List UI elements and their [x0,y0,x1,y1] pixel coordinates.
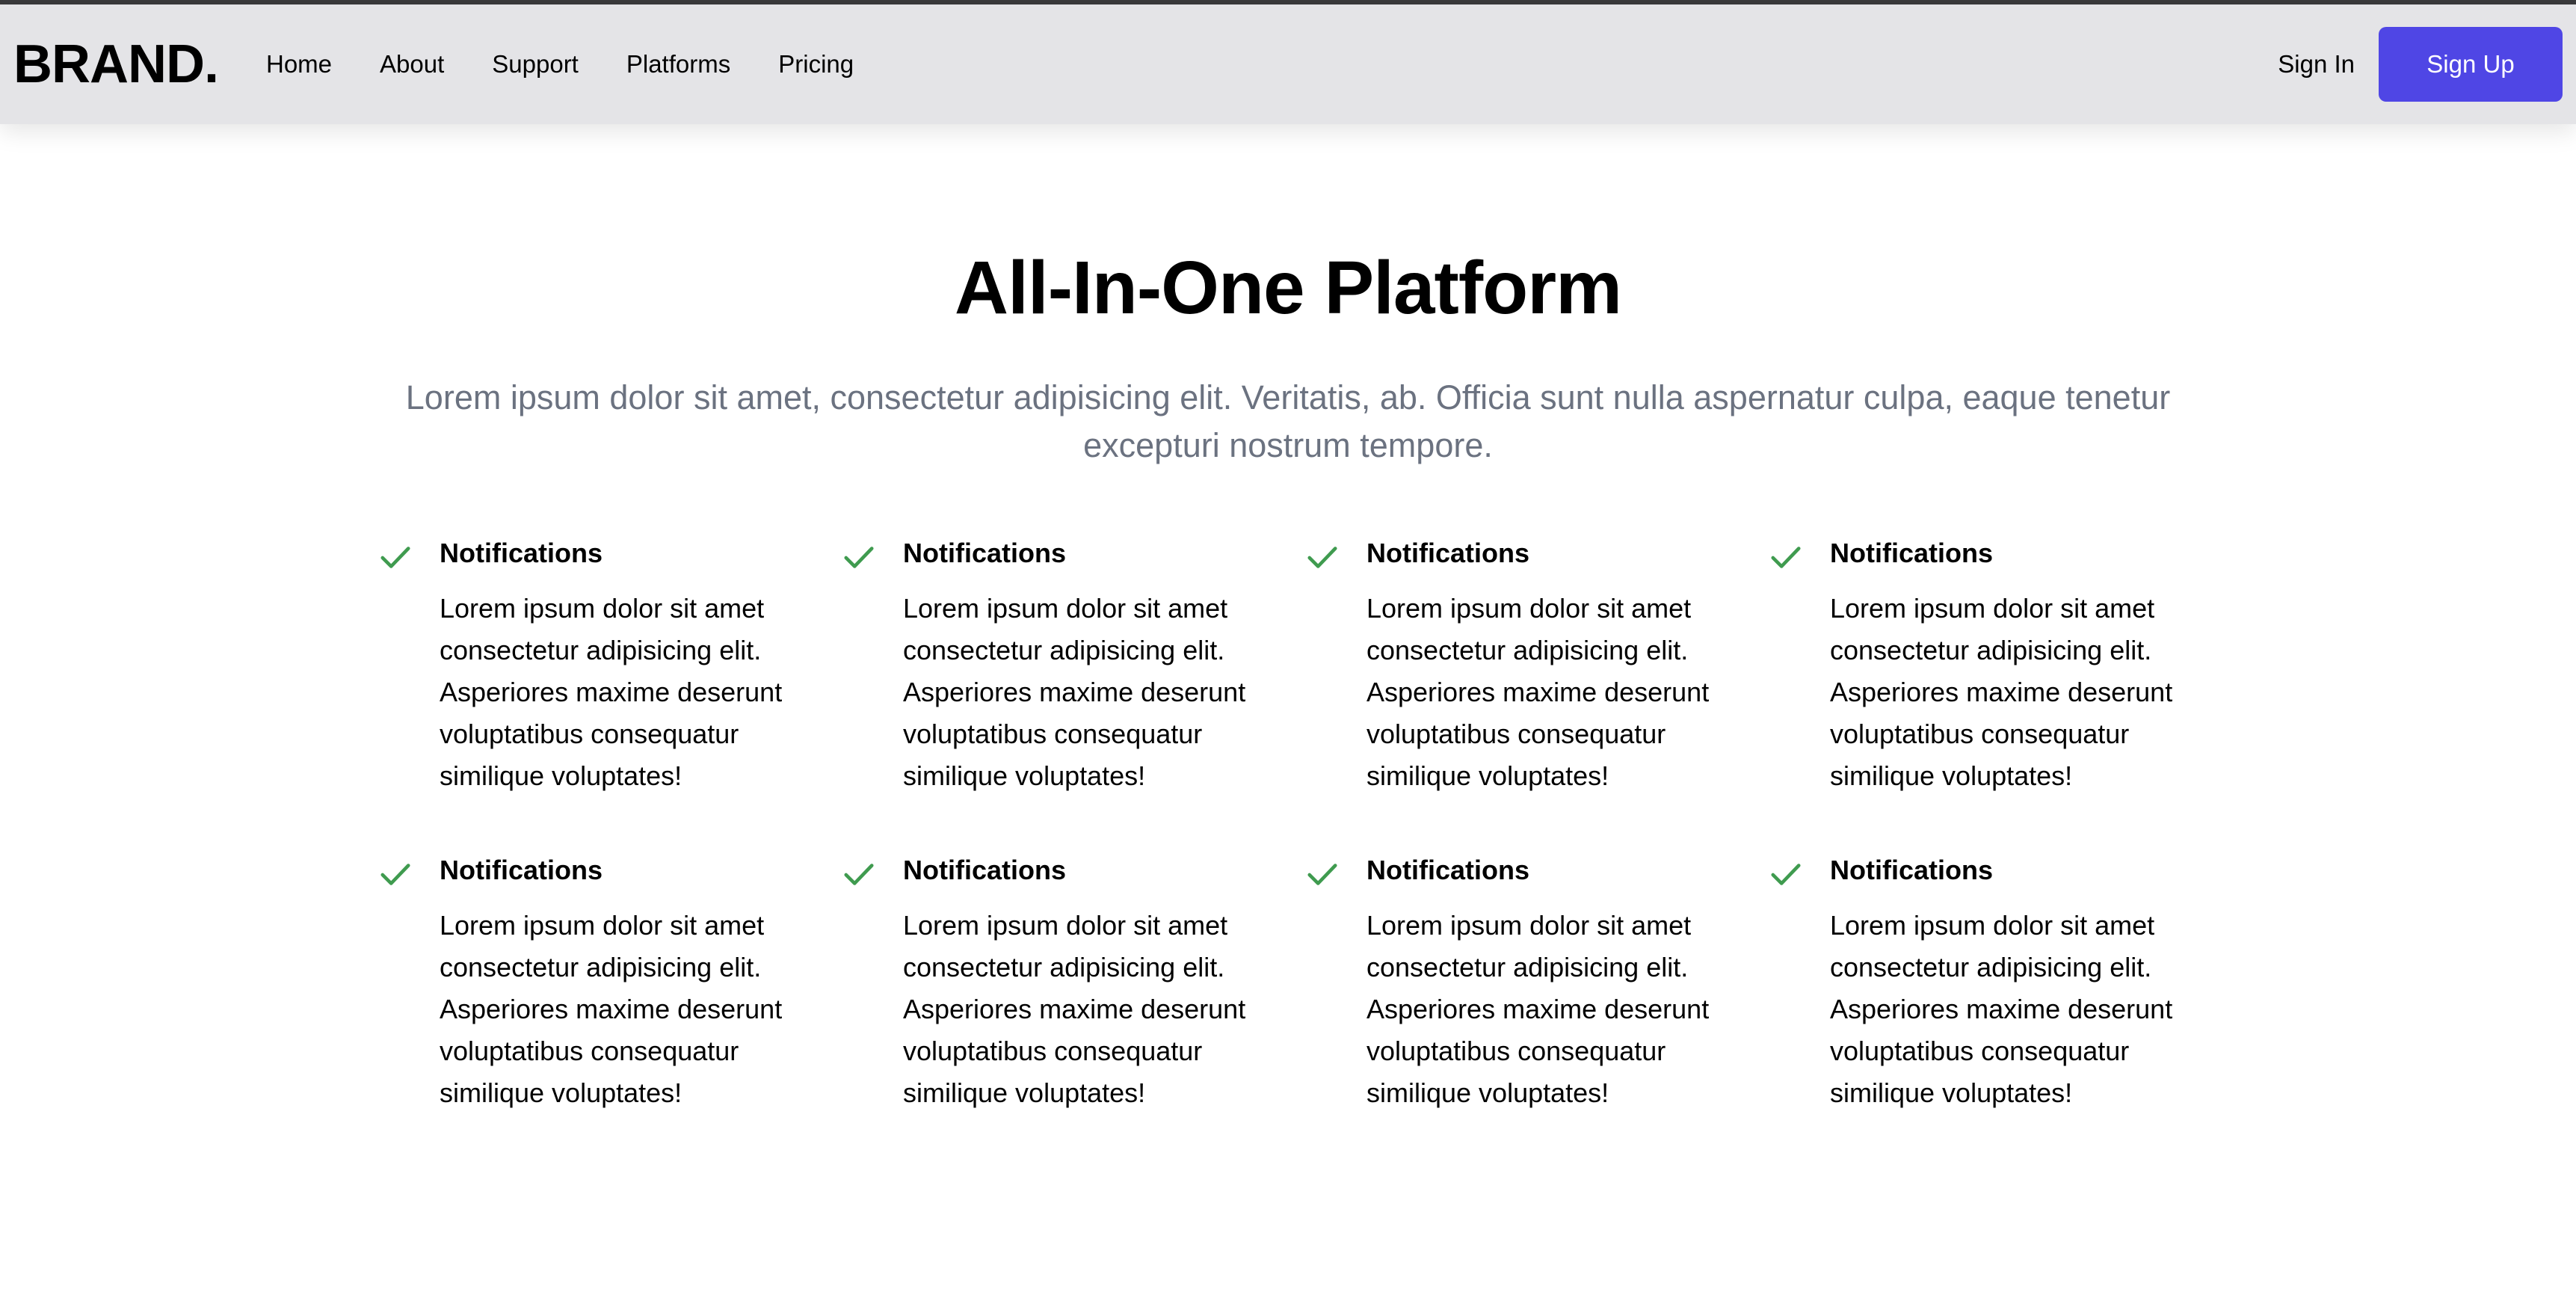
feature-body: Notifications Lorem ipsum dolor sit amet … [1366,535,1755,797]
feature-item: Notifications Lorem ipsum dolor sit amet … [1769,535,2232,797]
feature-description: Lorem ipsum dolor sit amet consectetur a… [903,910,1246,1108]
check-icon [842,852,903,891]
check-icon [1305,852,1366,891]
feature-description: Lorem ipsum dolor sit amet consectetur a… [1366,593,1710,791]
sign-in-link[interactable]: Sign In [2278,50,2355,79]
navbar: BRAND. Home About Support Platforms Pric… [0,4,2576,124]
check-icon [378,852,440,891]
hero-subtitle: Lorem ipsum dolor sit amet, consectetur … [405,378,2171,464]
check-icon [1305,535,1366,574]
feature-description: Lorem ipsum dolor sit amet consectetur a… [1830,910,2173,1108]
feature-item: Notifications Lorem ipsum dolor sit amet … [1769,852,2232,1114]
feature-title: Notifications [440,538,603,568]
brand-logo[interactable]: BRAND. [13,34,219,95]
feature-body: Notifications Lorem ipsum dolor sit amet … [903,535,1292,797]
feature-title: Notifications [1830,538,1994,568]
feature-description: Lorem ipsum dolor sit amet consectetur a… [440,910,783,1108]
check-icon [1769,535,1830,574]
feature-description: Lorem ipsum dolor sit amet consectetur a… [903,593,1246,791]
feature-item: Notifications Lorem ipsum dolor sit amet … [378,535,842,797]
nav-actions: Sign In Sign Up [2278,27,2563,102]
feature-title: Notifications [903,538,1067,568]
features-grid: Notifications Lorem ipsum dolor sit amet … [378,535,2232,1114]
nav-link-about[interactable]: About [356,50,468,79]
check-icon [1769,852,1830,891]
hero-section: All-In-One Platform Lorem ipsum dolor si… [0,239,2576,470]
feature-description: Lorem ipsum dolor sit amet consectetur a… [440,593,783,791]
nav-link-platforms[interactable]: Platforms [603,50,754,79]
feature-item: Notifications Lorem ipsum dolor sit amet … [1305,535,1769,797]
feature-item: Notifications Lorem ipsum dolor sit amet … [842,852,1305,1114]
feature-title: Notifications [903,855,1067,885]
feature-body: Notifications Lorem ipsum dolor sit amet … [1830,852,2219,1114]
nav-links: Home About Support Platforms Pricing [242,50,878,79]
feature-description: Lorem ipsum dolor sit amet consectetur a… [1366,910,1710,1108]
feature-title: Notifications [440,855,603,885]
feature-body: Notifications Lorem ipsum dolor sit amet … [1830,535,2219,797]
feature-body: Notifications Lorem ipsum dolor sit amet … [440,535,828,797]
feature-item: Notifications Lorem ipsum dolor sit amet … [378,852,842,1114]
feature-description: Lorem ipsum dolor sit amet consectetur a… [1830,593,2173,791]
check-icon [842,535,903,574]
feature-body: Notifications Lorem ipsum dolor sit amet … [903,852,1292,1114]
nav-link-home[interactable]: Home [242,50,356,79]
sign-up-button[interactable]: Sign Up [2379,27,2563,102]
nav-link-support[interactable]: Support [468,50,603,79]
page-title: All-In-One Platform [954,246,1622,330]
feature-item: Notifications Lorem ipsum dolor sit amet … [1305,852,1769,1114]
feature-title: Notifications [1366,855,1530,885]
feature-body: Notifications Lorem ipsum dolor sit amet … [440,852,828,1114]
nav-link-pricing[interactable]: Pricing [754,50,878,79]
check-icon [378,535,440,574]
feature-title: Notifications [1830,855,1994,885]
feature-item: Notifications Lorem ipsum dolor sit amet … [842,535,1305,797]
feature-title: Notifications [1366,538,1530,568]
feature-body: Notifications Lorem ipsum dolor sit amet … [1366,852,1755,1114]
